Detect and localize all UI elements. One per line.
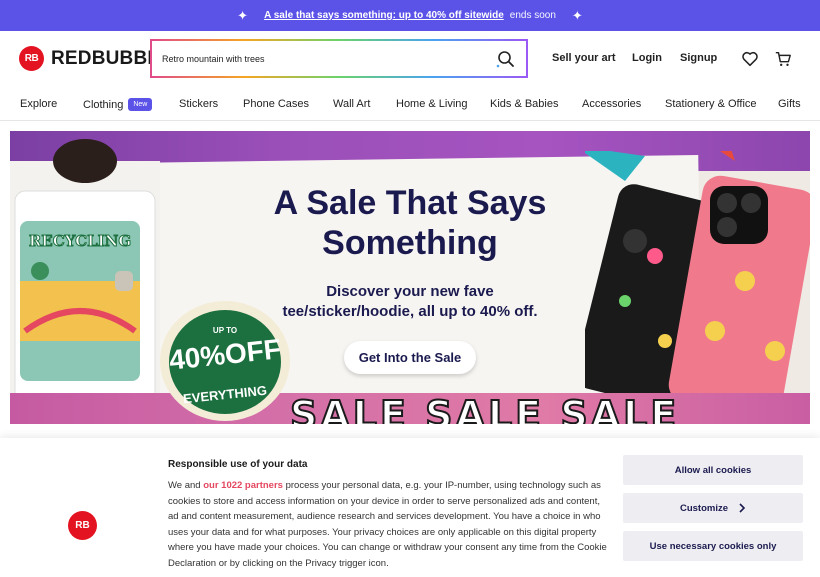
logo-mark: RB bbox=[19, 46, 44, 71]
heart-icon[interactable] bbox=[741, 50, 759, 68]
nav-item-stationery-office[interactable]: Stationery & Office bbox=[665, 98, 757, 110]
promo-suffix: ends soon bbox=[509, 10, 556, 21]
search-box[interactable] bbox=[150, 39, 528, 78]
promo-link[interactable]: A sale that says something: up to 40% of… bbox=[264, 10, 504, 21]
search-input[interactable] bbox=[162, 53, 482, 64]
nav-item-explore[interactable]: Explore bbox=[20, 98, 57, 110]
chevron-right-icon bbox=[739, 503, 746, 513]
cookie-title: Responsible use of your data bbox=[168, 459, 308, 470]
signup-link[interactable]: Signup bbox=[680, 52, 717, 64]
search-icon[interactable] bbox=[496, 49, 516, 69]
promo-bar: ✦ A sale that says something: up to 40% … bbox=[0, 0, 820, 31]
nav-item-accessories[interactable]: Accessories bbox=[582, 98, 641, 110]
allow-all-cookies-button[interactable]: Allow all cookies bbox=[623, 455, 803, 485]
nav-item-gifts[interactable]: Gifts bbox=[778, 98, 801, 110]
sparkle-icon: ✦ bbox=[571, 7, 583, 23]
site-header: RB REDBUBBLE Sell your art Login Signup bbox=[0, 31, 820, 89]
cart-icon[interactable] bbox=[774, 50, 792, 68]
nav-item-clothing[interactable]: Clothing New bbox=[83, 98, 153, 111]
model-tshirt-image: RECYCLING bbox=[10, 139, 160, 424]
svg-text:RECYCLING: RECYCLING bbox=[29, 232, 131, 250]
necessary-cookies-button[interactable]: Use necessary cookies only bbox=[623, 531, 803, 561]
redbubble-logo-icon: RB bbox=[68, 511, 97, 540]
get-into-sale-button[interactable]: Get Into the Sale bbox=[344, 341, 476, 374]
hero-subtitle: Discover your new fave tee/sticker/hoodi… bbox=[282, 283, 538, 320]
sparkle-icon: ✦ bbox=[237, 7, 249, 23]
nav-item-home-living[interactable]: Home & Living bbox=[396, 98, 468, 110]
nav-item-stickers[interactable]: Stickers bbox=[179, 98, 218, 110]
nav-item-wall-art[interactable]: Wall Art bbox=[333, 98, 371, 110]
new-badge: New bbox=[128, 98, 153, 111]
login-link[interactable]: Login bbox=[632, 52, 662, 64]
nav-item-kids-babies[interactable]: Kids & Babies bbox=[490, 98, 558, 110]
category-nav: Explore Clothing New Stickers Phone Cases… bbox=[0, 89, 820, 121]
partners-link[interactable]: our 1022 partners bbox=[203, 480, 283, 491]
cookie-body: We and our 1022 partners process your pe… bbox=[168, 480, 607, 569]
sell-your-art-link[interactable]: Sell your art bbox=[552, 52, 616, 64]
cookie-consent-banner: RB Responsible use of your data We and o… bbox=[0, 438, 820, 577]
discount-sticker: UP TO 40%OFF EVERYTHING bbox=[160, 301, 290, 421]
hero-banner[interactable]: RECYCLING SALE SALE SALE A Sale That Say… bbox=[10, 131, 810, 424]
sale-banner-text: SALE SALE SALE bbox=[289, 392, 680, 424]
phone-cases-image bbox=[585, 151, 810, 417]
customize-button[interactable]: Customize bbox=[623, 493, 803, 523]
nav-item-phone-cases[interactable]: Phone Cases bbox=[243, 98, 309, 110]
hero-title: A Sale That Says Something bbox=[273, 184, 547, 262]
